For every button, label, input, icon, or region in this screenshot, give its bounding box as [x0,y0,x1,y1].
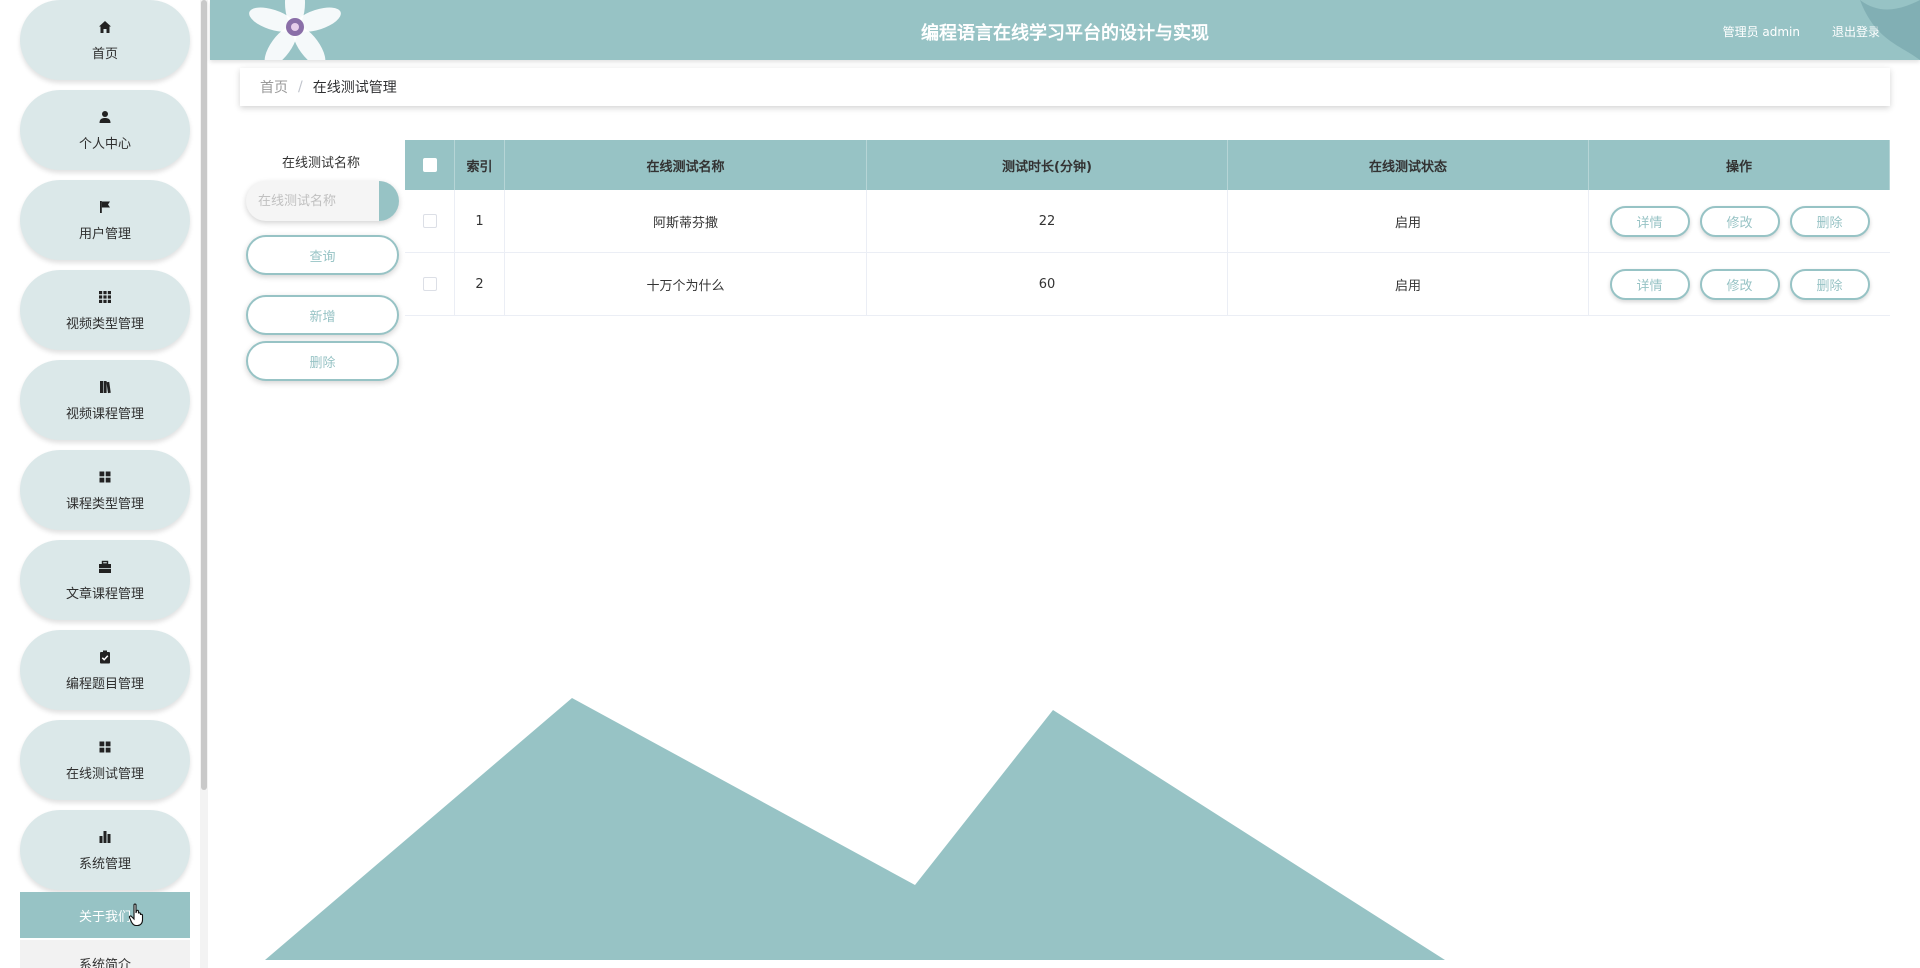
detail-button[interactable]: 详情 [1609,268,1690,300]
breadcrumb: 首页 / 在线测试管理 [240,68,1890,106]
sidebar-item-label: 课程类型管理 [65,496,144,512]
sidebar-item-system-management[interactable]: 系统管理 [20,810,190,890]
mountain-decoration [265,698,1445,960]
column-header-name: 在线测试名称 [505,140,867,190]
sidebar-item-label: 视频课程管理 [65,406,144,422]
detail-button[interactable]: 详情 [1609,205,1690,237]
submenu-item-about-us[interactable]: 关于我们 [20,892,190,938]
row-actions: 详情 修改 删除 [1589,253,1890,315]
search-label: 在线测试名称 [281,156,360,171]
select-all-checkbox[interactable] [422,158,437,172]
briefcase-icon [97,559,113,575]
submenu-item-label: 系统简介 [78,957,131,968]
column-header-duration: 测试时长(分钟) [867,140,1228,190]
sidebar-item-label: 编程题目管理 [65,676,144,692]
book-icon [97,379,113,395]
grid-icon [97,289,113,305]
column-header-index: 索引 [455,140,505,190]
leaf-decoration-icon [1860,0,1920,60]
row-checkbox-cell [405,253,455,315]
batch-delete-button[interactable]: 删除 [246,341,399,381]
row-index: 2 [455,253,505,315]
sidebar-item-personal-center[interactable]: 个人中心 [20,90,190,170]
sidebar-item-online-test[interactable]: 在线测试管理 [20,720,190,800]
row-checkbox[interactable] [422,214,437,228]
search-input[interactable] [246,181,379,221]
row-duration: 22 [867,190,1228,252]
add-button[interactable]: 新增 [246,295,399,335]
sidebar: 首页 个人中心 用户管理 视频类型管理 视频课程管理 课程类型管理 文章课程管理… [0,0,210,968]
sidebar-item-programming-question[interactable]: 编程题目管理 [20,630,190,710]
submenu-item-system-intro[interactable]: 系统简介 [20,940,190,968]
home-icon [97,19,113,35]
app-title: 编程语言在线学习平台的设计与实现 [921,23,1209,44]
query-button[interactable]: 查询 [246,235,399,275]
search-box [246,181,399,221]
table-row: 2 十万个为什么 60 启用 详情 修改 删除 [405,253,1890,316]
batch-delete-button-label: 删除 [309,355,336,371]
edit-button[interactable]: 修改 [1699,268,1780,300]
clipboard-icon [97,649,113,665]
sidebar-item-label: 在线测试管理 [65,766,144,782]
table-header: 索引 在线测试名称 测试时长(分钟) 在线测试状态 操作 [405,140,1890,190]
sidebar-item-course-type[interactable]: 课程类型管理 [20,450,190,530]
flag-icon [97,199,113,215]
sidebar-item-home[interactable]: 首页 [20,0,190,80]
row-index: 1 [455,190,505,252]
row-name: 阿斯蒂芬撒 [505,190,867,252]
sidebar-item-video-course[interactable]: 视频课程管理 [20,360,190,440]
delete-button[interactable]: 删除 [1789,205,1870,237]
top-header: 编程语言在线学习平台的设计与实现 管理员 admin 退出登录 [210,0,1920,60]
sidebar-item-label: 系统管理 [78,856,131,872]
add-button-label: 新增 [309,309,336,325]
breadcrumb-separator: / [298,79,303,95]
table-row: 1 阿斯蒂芬撒 22 启用 详情 修改 删除 [405,190,1890,253]
sidebar-item-article-course[interactable]: 文章课程管理 [20,540,190,620]
row-name: 十万个为什么 [505,253,867,315]
breadcrumb-home[interactable]: 首页 [260,77,288,97]
apps-icon [97,469,113,485]
apps-icon [97,739,113,755]
hand-cursor-icon [128,903,144,927]
sidebar-item-video-type[interactable]: 视频类型管理 [20,270,190,350]
sidebar-item-user-management[interactable]: 用户管理 [20,180,190,260]
query-button-label: 查询 [309,249,336,265]
sidebar-item-label: 个人中心 [78,136,131,152]
data-table: 索引 在线测试名称 测试时长(分钟) 在线测试状态 操作 1 阿斯蒂芬撒 22 … [405,140,1890,316]
sidebar-item-label: 文章课程管理 [65,586,144,602]
submenu-item-label: 关于我们 [78,909,131,925]
row-status: 启用 [1228,253,1589,315]
current-user: 管理员 admin [1722,25,1800,39]
edit-button[interactable]: 修改 [1699,205,1780,237]
column-header-actions: 操作 [1589,140,1890,190]
row-duration: 60 [867,253,1228,315]
row-checkbox-cell [405,190,455,252]
search-accent [379,181,399,221]
bar-chart-icon [97,829,113,845]
column-header-status: 在线测试状态 [1228,140,1589,190]
row-actions: 详情 修改 删除 [1589,190,1890,252]
header-checkbox-cell [405,140,455,190]
user-icon [97,109,113,125]
sidebar-item-label: 用户管理 [78,226,131,242]
delete-button[interactable]: 删除 [1789,268,1870,300]
row-checkbox[interactable] [422,277,437,291]
sidebar-item-label: 首页 [91,46,118,62]
breadcrumb-current: 在线测试管理 [312,80,397,96]
sidebar-scrollbar-thumb[interactable] [201,0,207,790]
sidebar-item-label: 视频类型管理 [65,316,144,332]
row-status: 启用 [1228,190,1589,252]
sidebar-scrollbar[interactable] [200,0,208,968]
